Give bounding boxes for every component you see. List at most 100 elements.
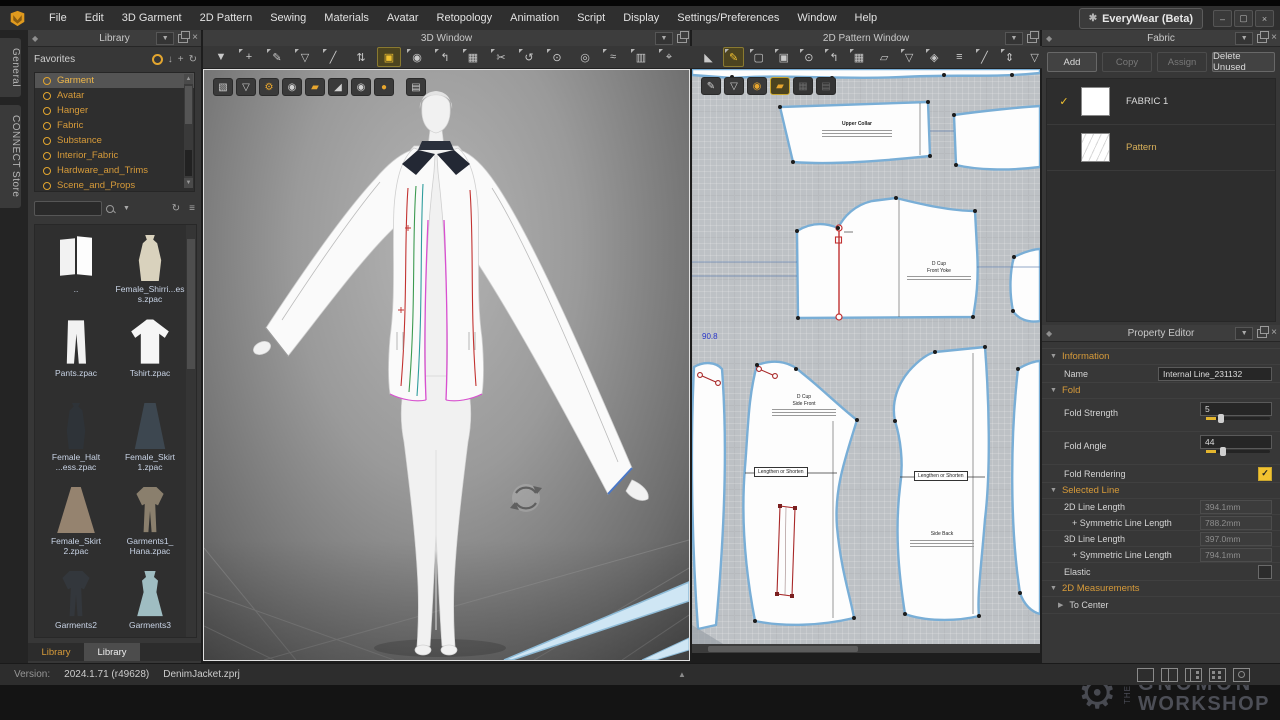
- measure-icon[interactable]: ⇕: [999, 47, 1020, 67]
- layout-split-icon[interactable]: [1161, 668, 1178, 682]
- walk-icon[interactable]: ⌖: [657, 47, 681, 67]
- rail-tab-general[interactable]: General: [0, 38, 21, 97]
- fabric-item-fabric-1[interactable]: ✓FABRIC 1: [1047, 79, 1275, 125]
- fold-angle-slider[interactable]: [1206, 450, 1270, 453]
- layout-render-icon[interactable]: [1233, 668, 1250, 682]
- 2d-horizontal-scrollbar[interactable]: [692, 644, 1040, 653]
- favorite-item-substance[interactable]: Substance: [35, 133, 194, 148]
- favorites-filter-icon[interactable]: [152, 54, 163, 65]
- arrangement-ruler-icon[interactable]: ▤: [406, 78, 426, 96]
- 2d-window-dropdown-icon[interactable]: ▼: [1005, 32, 1023, 45]
- scissors-icon[interactable]: ✂: [489, 47, 513, 67]
- library-item-pants-zpac[interactable]: Pants.zpac: [39, 317, 113, 399]
- menu-2d-pattern[interactable]: 2D Pattern: [191, 6, 262, 30]
- menu-help[interactable]: Help: [846, 6, 887, 30]
- section-fold[interactable]: ▼ Fold: [1042, 382, 1280, 398]
- menu-settings-preferences[interactable]: Settings/Preferences: [668, 6, 788, 30]
- delete-unused-button[interactable]: Delete Unused: [1212, 52, 1275, 72]
- dock-pin-icon[interactable]: ◆: [32, 34, 38, 43]
- simulation-gear-icon[interactable]: ⚙: [259, 78, 279, 96]
- layout-quad-icon[interactable]: [1209, 668, 1226, 682]
- show-garment-icon[interactable]: ▽: [236, 78, 256, 96]
- name-input[interactable]: Internal Line_231132: [1158, 367, 1272, 381]
- library-item-garments2[interactable]: Garments2: [39, 569, 113, 638]
- library-item-[interactable]: ..: [39, 233, 113, 315]
- library-tab-0[interactable]: Library: [28, 643, 84, 661]
- favorite-item-fabric[interactable]: Fabric: [35, 118, 194, 133]
- close-button[interactable]: ×: [1255, 10, 1274, 27]
- to-center-row[interactable]: ▶ To Center: [1042, 596, 1280, 613]
- section-2d-measurements[interactable]: ▼ 2D Measurements: [1042, 580, 1280, 596]
- disabled-grid-icon[interactable]: ▦: [793, 77, 813, 95]
- turn2-icon[interactable]: ↰: [823, 47, 844, 67]
- layout-single-icon[interactable]: [1137, 668, 1154, 682]
- maximize-button[interactable]: ▢: [1234, 10, 1253, 27]
- fabric-close-icon[interactable]: ×: [1271, 33, 1277, 43]
- flatten-icon[interactable]: ≈: [601, 47, 625, 67]
- favorite-item-hardware-and-trims[interactable]: Hardware_and_Trims: [35, 163, 194, 178]
- menu-3d-garment[interactable]: 3D Garment: [113, 6, 191, 30]
- fabric-dropdown-icon[interactable]: ▼: [1235, 32, 1253, 45]
- favorite-item-avatar[interactable]: Avatar: [35, 88, 194, 103]
- import-icon[interactable]: ↓: [168, 54, 173, 65]
- dart-icon[interactable]: ◈: [924, 47, 945, 67]
- library-dropdown-icon[interactable]: ▼: [156, 32, 174, 45]
- avatar-display-icon[interactable]: ◉: [351, 78, 371, 96]
- corner-select-icon[interactable]: ◣: [698, 47, 719, 67]
- list-view-icon[interactable]: ≡: [189, 203, 195, 214]
- info-icon[interactable]: ◉: [747, 77, 767, 95]
- library-item-female-skirt-1-zpac[interactable]: Female_Skirt 1.zpac: [113, 401, 187, 483]
- layout-left-detail-icon[interactable]: [1185, 668, 1202, 682]
- 3d-window-float-icon[interactable]: [677, 34, 687, 43]
- library-item-female-shirri-ess-zpac[interactable]: Female_Shirri...ess.zpac: [113, 233, 187, 315]
- everywear-beta-button[interactable]: ✱ EveryWear (Beta): [1079, 8, 1203, 29]
- swap-garment-icon[interactable]: ⇅: [349, 47, 373, 67]
- menu-avatar[interactable]: Avatar: [378, 6, 428, 30]
- select-move-icon[interactable]: +: [237, 47, 261, 67]
- favorite-item-interior-fabric[interactable]: Interior_Fabric: [35, 148, 194, 163]
- rail-tab-connect-store[interactable]: CONNECT Store: [0, 105, 21, 207]
- menu-retopology[interactable]: Retopology: [428, 6, 502, 30]
- avatar-bust-icon[interactable]: ◉: [282, 78, 302, 96]
- property-dropdown-icon[interactable]: ▼: [1235, 327, 1253, 340]
- new-pattern-icon[interactable]: ▢: [748, 47, 769, 67]
- render-sphere-icon[interactable]: ●: [374, 78, 394, 96]
- 3d-window-dropdown-icon[interactable]: ▼: [655, 32, 673, 45]
- image-icon[interactable]: ▣: [773, 47, 794, 67]
- sewing-icon[interactable]: ╱: [321, 47, 345, 67]
- library-search-input[interactable]: [34, 201, 102, 216]
- garment-thumbnail-icon[interactable]: ▧: [213, 78, 233, 96]
- seam-icon[interactable]: ╱: [974, 47, 995, 67]
- pin-icon[interactable]: ⊙: [545, 47, 569, 67]
- mannequin-icon[interactable]: ◎: [573, 47, 597, 67]
- fold-angle-input[interactable]: 44: [1200, 435, 1272, 449]
- grid-icon[interactable]: ▦: [461, 47, 485, 67]
- transform-pattern-icon[interactable]: ✎: [723, 47, 744, 67]
- scroll-up-icon[interactable]: ▲: [184, 74, 193, 84]
- 2d-pattern-viewport[interactable]: ✎▽◉▰▦▤: [692, 69, 1040, 653]
- menu-animation[interactable]: Animation: [501, 6, 568, 30]
- property-close-icon[interactable]: ×: [1271, 328, 1277, 338]
- texture-folder-icon[interactable]: ▰: [770, 77, 790, 95]
- fabric-float-icon[interactable]: [1257, 34, 1267, 43]
- fold-rendering-checkbox[interactable]: ✓: [1258, 467, 1272, 481]
- close-panel-icon[interactable]: ×: [192, 33, 198, 43]
- library-tab-1[interactable]: Library: [84, 643, 140, 661]
- library-item-garments3[interactable]: Garments3: [113, 569, 187, 638]
- search-filter-chevron-icon[interactable]: ▼: [123, 205, 130, 212]
- fold2-icon[interactable]: ▱: [874, 47, 895, 67]
- library-item-garments1-hana-zpac[interactable]: Garments1_ Hana.zpac: [113, 485, 187, 567]
- edit-pattern-icon[interactable]: ✎: [265, 47, 289, 67]
- add-button[interactable]: Add: [1047, 52, 1097, 72]
- fabric-item-pattern[interactable]: Pattern: [1047, 125, 1275, 171]
- property-float-icon[interactable]: [1257, 329, 1267, 338]
- turn-icon[interactable]: ↰: [433, 47, 457, 67]
- fold-strength-slider[interactable]: [1206, 417, 1270, 420]
- dock-pin-icon[interactable]: ◆: [1046, 329, 1052, 338]
- favorites-scrollbar[interactable]: ▲ ▼: [184, 74, 193, 188]
- search-icon[interactable]: [106, 205, 114, 213]
- section-selected-line[interactable]: ▼ Selected Line: [1042, 482, 1280, 498]
- dock-pin-icon[interactable]: ◆: [1046, 34, 1052, 43]
- minimize-button[interactable]: –: [1213, 10, 1232, 27]
- menu-file[interactable]: File: [40, 6, 76, 30]
